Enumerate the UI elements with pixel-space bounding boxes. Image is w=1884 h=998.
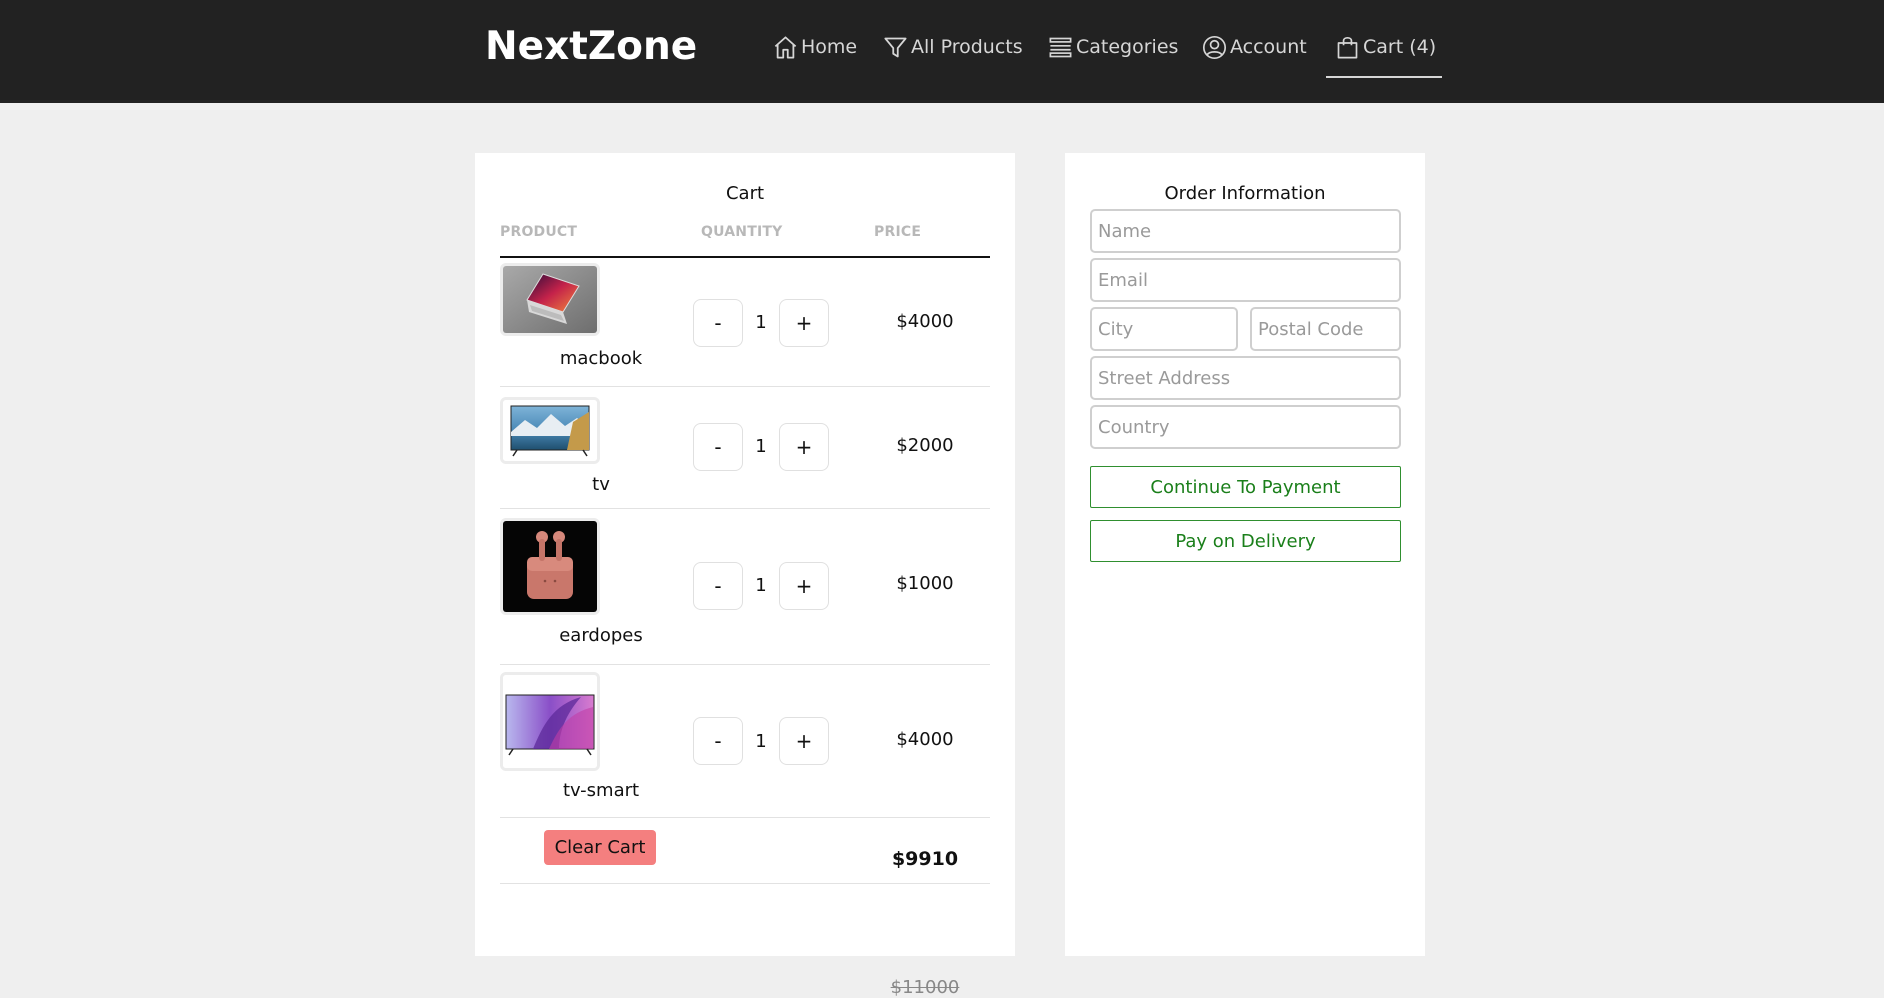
quantity-value: 1	[755, 436, 767, 457]
quantity-value: 1	[755, 312, 767, 333]
continue-to-payment-button[interactable]: Continue To Payment	[1090, 466, 1401, 508]
product-name: tv	[592, 474, 610, 495]
cart-row: macbook - 1 + $4000	[500, 259, 990, 387]
increase-quantity-button[interactable]: +	[779, 717, 829, 765]
street-address-input[interactable]	[1090, 356, 1401, 400]
nav-account-label: Account	[1230, 36, 1307, 58]
product-image-macbook[interactable]	[500, 263, 600, 336]
nav-categories[interactable]: Categories	[1047, 31, 1178, 63]
user-circle-icon	[1202, 35, 1227, 59]
product-image-tv-smart[interactable]	[500, 672, 600, 771]
pay-on-delivery-button[interactable]: Pay on Delivery	[1090, 520, 1401, 562]
product-name: tv-smart	[562, 780, 640, 801]
decrease-quantity-button[interactable]: -	[693, 299, 743, 347]
order-panel: Order Information Continue To Payment Pa…	[1065, 153, 1425, 956]
country-input[interactable]	[1090, 405, 1401, 449]
product-price: $4000	[896, 729, 954, 750]
product-price: $2000	[896, 435, 954, 456]
nav-all-products[interactable]: All Products	[882, 31, 1023, 63]
filter-icon	[884, 37, 907, 57]
product-image-tv[interactable]	[500, 397, 600, 464]
brand-logo[interactable]: NextZone	[485, 24, 697, 69]
product-price: $1000	[896, 573, 954, 594]
cart-panel: Cart PRODUCT QUANTITY PRICE macbook - 1 …	[475, 153, 1015, 998]
increase-quantity-button[interactable]: +	[779, 299, 829, 347]
product-name: eardopes	[559, 625, 643, 646]
nav-all-products-label: All Products	[911, 36, 1023, 58]
decrease-quantity-button[interactable]: -	[693, 717, 743, 765]
discounted-total: $9910	[891, 848, 959, 870]
top-navbar: NextZone Home All Products Categories Ac…	[0, 0, 1884, 103]
original-total: $11000	[890, 977, 960, 998]
cart-footer: Clear Cart $11000 $9910	[500, 818, 990, 998]
nav-categories-label: Categories	[1076, 36, 1179, 58]
nav-account[interactable]: Account	[1201, 31, 1307, 63]
nav-home[interactable]: Home	[772, 31, 857, 63]
column-header-quantity: QUANTITY	[701, 224, 783, 240]
product-price: $4000	[896, 311, 954, 332]
cart-row: tv - 1 + $2000	[500, 387, 990, 509]
column-header-product: PRODUCT	[500, 224, 578, 240]
shopping-bag-icon	[1337, 36, 1358, 58]
name-input[interactable]	[1090, 209, 1401, 253]
nav-home-label: Home	[801, 36, 858, 58]
quantity-value: 1	[755, 731, 767, 752]
cart-row: tv-smart - 1 + $4000	[500, 665, 990, 818]
decrease-quantity-button[interactable]: -	[693, 562, 743, 610]
product-image-eardopes[interactable]	[500, 518, 600, 615]
postal-code-input[interactable]	[1250, 307, 1401, 351]
product-name: macbook	[559, 348, 643, 369]
decrease-quantity-button[interactable]: -	[693, 423, 743, 471]
email-input[interactable]	[1090, 258, 1401, 302]
home-icon	[774, 35, 797, 59]
layers-icon	[1049, 37, 1072, 57]
order-title: Order Information	[1164, 183, 1326, 204]
column-header-price: PRICE	[874, 224, 922, 240]
nav-cart-label: Cart (4)	[1363, 36, 1437, 58]
increase-quantity-button[interactable]: +	[779, 423, 829, 471]
header-divider	[500, 256, 990, 258]
quantity-value: 1	[755, 575, 767, 596]
clear-cart-button[interactable]: Clear Cart	[544, 830, 656, 865]
cart-row: eardopes - 1 + $1000	[500, 509, 990, 665]
cart-title: Cart	[725, 183, 765, 204]
nav-cart[interactable]: Cart (4)	[1325, 31, 1443, 78]
increase-quantity-button[interactable]: +	[779, 562, 829, 610]
city-input[interactable]	[1090, 307, 1238, 351]
